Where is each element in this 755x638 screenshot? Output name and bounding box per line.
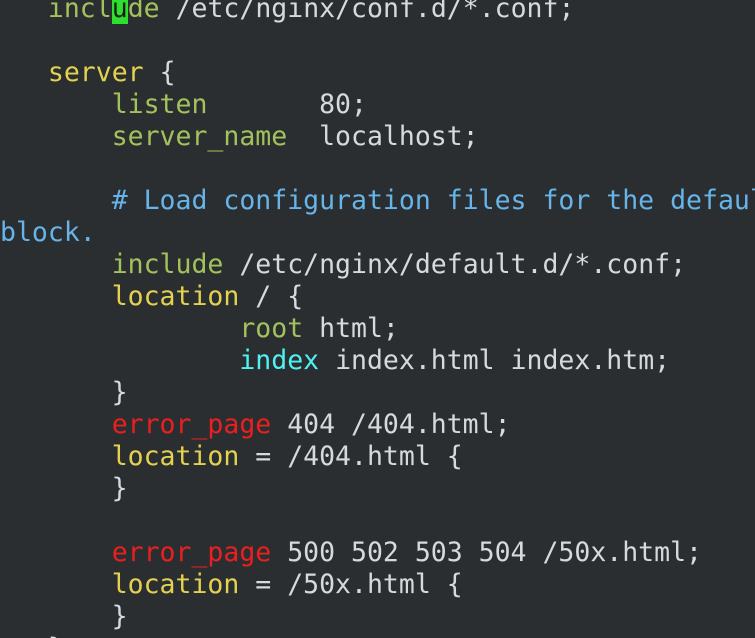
code-line[interactable]: }	[0, 377, 128, 409]
code-text: }	[0, 601, 128, 632]
code-editor[interactable]: include /etc/nginx/conf.d/*.conf; server…	[0, 0, 755, 638]
code-text: / {	[239, 281, 304, 312]
code-token-yellow: location	[111, 281, 240, 312]
code-token-ygreen: include	[111, 249, 224, 280]
code-text: 404 /404.html;	[271, 409, 511, 440]
code-token-yellow: location	[111, 569, 240, 600]
code-text: }	[0, 473, 128, 504]
code-token-blue: # Load configuration files for the defau…	[111, 185, 755, 216]
code-text: {	[143, 57, 176, 88]
code-token-ygreen: inc	[47, 0, 96, 24]
code-text: /etc/nginx/default.d/*.conf;	[223, 249, 687, 280]
code-token-ygreen: root	[239, 313, 304, 344]
code-token-ygreen: de	[127, 0, 160, 24]
code-token-ygreen: server_name	[111, 121, 288, 152]
code-token-blue: block.	[0, 217, 96, 248]
code-line[interactable]: root html;	[0, 313, 399, 345]
code-line[interactable]: index index.html index.htm;	[0, 345, 670, 377]
code-token-red: error_page	[111, 537, 272, 568]
code-text: 80;	[207, 89, 367, 120]
code-line[interactable]: include /etc/nginx/conf.d/*.conf;	[0, 0, 574, 25]
code-text: = /50x.html {	[239, 569, 463, 600]
code-line[interactable]: }	[0, 601, 128, 633]
code-text: 500 502 503 504 /50x.html;	[271, 537, 703, 568]
code-line[interactable]: error_page 404 /404.html;	[0, 409, 511, 441]
code-token-yellow: location	[111, 441, 240, 472]
code-line[interactable]: block.	[0, 217, 96, 249]
code-token-red: error_page	[111, 409, 272, 440]
code-line[interactable]: include /etc/nginx/default.d/*.conf;	[0, 249, 686, 281]
code-line[interactable]: location = /404.html {	[0, 441, 463, 473]
code-token-cyan: index	[239, 345, 320, 376]
code-token-yellow: server	[47, 57, 144, 88]
code-text: /etc/nginx/conf.d/*.conf;	[159, 0, 575, 24]
code-text: }	[0, 633, 64, 638]
code-token-ygreen: listen	[111, 89, 208, 120]
code-text: index.html index.htm;	[319, 345, 671, 376]
code-line[interactable]: }	[0, 633, 64, 638]
code-line[interactable]: server_name localhost;	[0, 121, 479, 153]
code-token-ygreen: l	[95, 0, 112, 24]
code-line[interactable]: listen 80;	[0, 89, 367, 121]
code-line[interactable]: location / {	[0, 281, 303, 313]
code-line[interactable]: # Load configuration files for the defau…	[0, 185, 755, 217]
code-line[interactable]: location = /50x.html {	[0, 569, 463, 601]
code-text: = /404.html {	[239, 441, 463, 472]
code-line[interactable]: error_page 500 502 503 504 /50x.html;	[0, 537, 702, 569]
code-text: localhost;	[287, 121, 479, 152]
code-text: html;	[303, 313, 399, 344]
code-text: }	[0, 377, 128, 408]
text-cursor: u	[111, 0, 128, 24]
code-line[interactable]: }	[0, 473, 128, 505]
code-line[interactable]: server {	[0, 57, 176, 89]
